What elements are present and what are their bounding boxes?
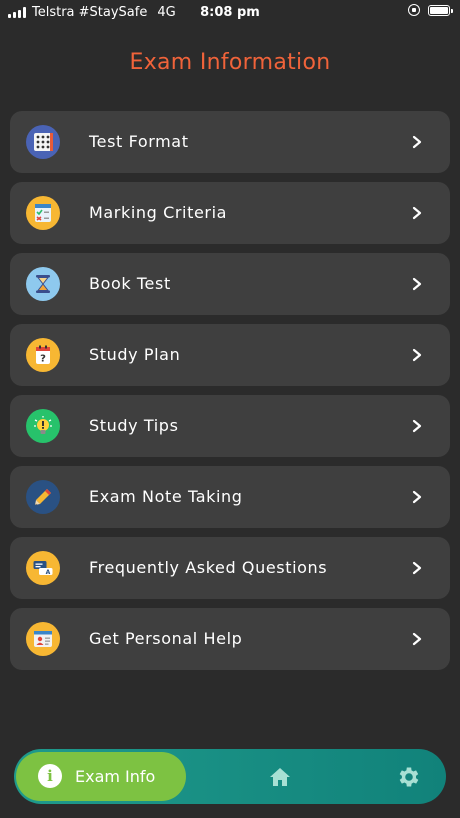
menu-item-study-plan[interactable]: ? Study Plan xyxy=(10,324,450,386)
chat-bubbles-icon: A xyxy=(26,551,60,585)
hourglass-icon xyxy=(26,267,60,301)
menu-item-label: Study Plan xyxy=(89,345,181,364)
chevron-right-icon xyxy=(412,206,422,220)
bottom-nav-bar: i Exam Info xyxy=(14,749,446,804)
chevron-right-icon xyxy=(412,561,422,575)
svg-text:A: A xyxy=(46,569,51,576)
menu-item-label: Marking Criteria xyxy=(89,203,228,222)
tab-exam-info-label: Exam Info xyxy=(75,767,156,786)
chevron-right-icon xyxy=(412,490,422,504)
status-time: 8:08 pm xyxy=(200,5,260,20)
menu-item-marking-criteria[interactable]: Marking Criteria xyxy=(10,182,450,244)
menu-item-get-personal-help[interactable]: Get Personal Help xyxy=(10,608,450,670)
menu-item-study-tips[interactable]: Study Tips xyxy=(10,395,450,457)
lightbulb-icon xyxy=(26,409,60,443)
calendar-question-icon: ? xyxy=(26,338,60,372)
rotation-lock-icon xyxy=(408,4,420,16)
chevron-right-icon xyxy=(412,632,422,646)
svg-text:?: ? xyxy=(40,354,46,365)
pencil-icon xyxy=(26,480,60,514)
menu-list: Test Format Marking Criteria Book Test ?… xyxy=(10,111,450,679)
info-icon: i xyxy=(38,764,62,788)
menu-item-label: Test Format xyxy=(89,132,189,151)
menu-item-book-test[interactable]: Book Test xyxy=(10,253,450,315)
menu-item-test-format[interactable]: Test Format xyxy=(10,111,450,173)
menu-item-label: Book Test xyxy=(89,274,171,293)
page-title: Exam Information xyxy=(129,50,331,75)
status-right xyxy=(408,4,453,16)
menu-item-label: Frequently Asked Questions xyxy=(89,558,328,577)
profile-card-icon xyxy=(26,622,60,656)
menu-item-label: Study Tips xyxy=(89,416,179,435)
home-icon[interactable] xyxy=(268,765,292,789)
chevron-right-icon xyxy=(412,419,422,433)
menu-item-faq[interactable]: A Frequently Asked Questions xyxy=(10,537,450,599)
tab-exam-info[interactable]: i Exam Info xyxy=(16,752,186,801)
chevron-right-icon xyxy=(412,277,422,291)
dice-grid-icon xyxy=(26,125,60,159)
chevron-right-icon xyxy=(412,135,422,149)
chevron-right-icon xyxy=(412,348,422,362)
battery-icon xyxy=(428,4,453,16)
menu-item-exam-note-taking[interactable]: Exam Note Taking xyxy=(10,466,450,528)
menu-item-label: Exam Note Taking xyxy=(89,487,243,506)
checklist-icon xyxy=(26,196,60,230)
status-bar: Telstra #StaySafe 4G 8:08 pm xyxy=(0,0,460,26)
gear-icon[interactable] xyxy=(396,764,422,790)
menu-item-label: Get Personal Help xyxy=(89,629,243,648)
